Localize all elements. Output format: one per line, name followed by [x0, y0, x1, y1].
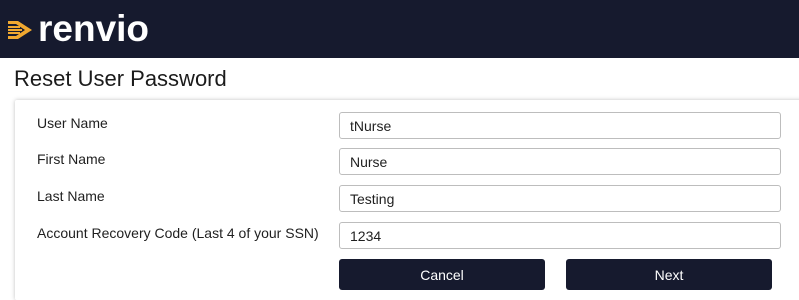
- page-title: Reset User Password: [14, 66, 227, 91]
- user-name-label: User Name: [37, 115, 108, 131]
- last-name-input[interactable]: [339, 185, 781, 212]
- next-button[interactable]: Next: [566, 259, 772, 290]
- top-bar: renvio: [0, 0, 799, 58]
- renvio-logo-mark-icon: [8, 21, 32, 39]
- renvio-logo: renvio: [8, 6, 149, 50]
- last-name-label: Last Name: [37, 188, 105, 204]
- recovery-code-label: Account Recovery Code (Last 4 of your SS…: [37, 225, 319, 241]
- first-name-label: First Name: [37, 151, 106, 167]
- cancel-button[interactable]: Cancel: [339, 259, 545, 290]
- first-name-input[interactable]: [339, 148, 781, 175]
- recovery-code-input[interactable]: [339, 222, 781, 249]
- user-name-input[interactable]: [339, 112, 781, 139]
- logo-wordmark: renvio: [38, 7, 150, 49]
